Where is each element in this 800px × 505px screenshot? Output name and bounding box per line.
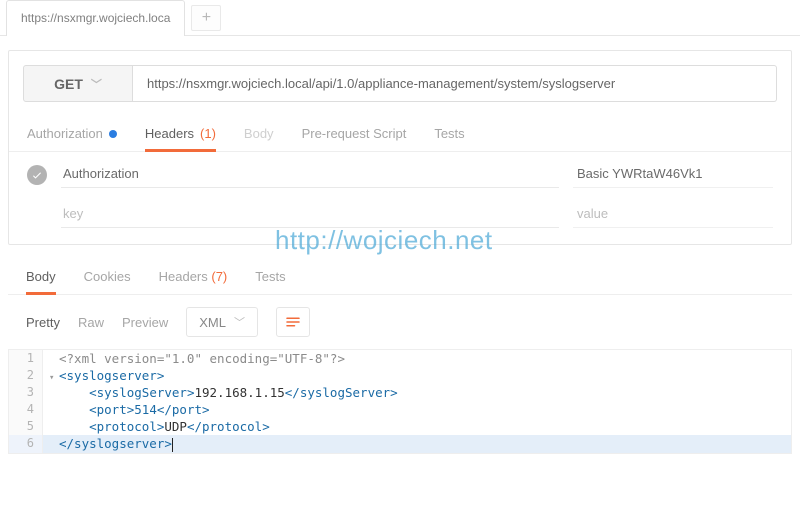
- chevron-down-icon: ﹀: [91, 76, 102, 92]
- tab-headers-count: (1): [200, 126, 216, 141]
- request-tab[interactable]: https://nsxmgr.wojciech.loca: [6, 0, 185, 36]
- code-text: </syslogServer>: [285, 385, 398, 400]
- request-url-row: GET ﹀ https://nsxmgr.wojciech.local/api/…: [9, 51, 791, 116]
- chevron-down-icon: ﹀: [234, 314, 245, 330]
- code-text: </port>: [157, 402, 210, 417]
- response-body-editor[interactable]: 1 <?xml version="1.0" encoding="UTF-8"?>…: [8, 349, 792, 454]
- tab-response-tests[interactable]: Tests: [255, 259, 285, 294]
- dot-icon: [109, 130, 117, 138]
- code-text: 192.168.1.15: [194, 385, 284, 400]
- line-number: 6: [9, 435, 43, 453]
- http-method-label: GET: [54, 76, 83, 92]
- view-preview[interactable]: Preview: [122, 309, 168, 336]
- format-label: XML: [199, 315, 226, 330]
- tab-response-body[interactable]: Body: [26, 259, 56, 294]
- tab-headers-label: Headers: [145, 126, 194, 141]
- tab-response-headers-count: (7): [211, 269, 227, 284]
- code-text: <syslogserver>: [59, 368, 164, 383]
- tab-response-cookies[interactable]: Cookies: [84, 259, 131, 294]
- code-text: <port>: [89, 402, 134, 417]
- line-number: 2: [9, 367, 43, 384]
- view-raw[interactable]: Raw: [78, 309, 104, 336]
- line-number: 4: [9, 401, 43, 418]
- tab-authorization-label: Authorization: [27, 126, 103, 141]
- code-text: UDP: [164, 419, 187, 434]
- header-row-blank: key value: [19, 192, 781, 232]
- response-section-tabs: Body Cookies Headers (7) Tests: [8, 259, 792, 295]
- tab-authorization[interactable]: Authorization: [27, 116, 117, 151]
- tab-bar: https://nsxmgr.wojciech.loca +: [0, 0, 800, 36]
- line-number: 3: [9, 384, 43, 401]
- header-key-placeholder[interactable]: key: [61, 202, 559, 228]
- code-text: </syslogserver>: [59, 436, 172, 451]
- headers-editor: Authorization Basic YWRtaW46Vk1 key valu…: [9, 152, 791, 244]
- wrap-icon: [284, 313, 302, 331]
- new-tab-button[interactable]: +: [191, 5, 221, 31]
- header-value-placeholder[interactable]: value: [573, 202, 773, 228]
- cursor: [172, 438, 173, 452]
- tab-response-headers-label: Headers: [159, 269, 208, 284]
- request-section-tabs: Authorization Headers (1) Body Pre-reque…: [9, 116, 791, 152]
- body-view-controls: Pretty Raw Preview XML ﹀: [8, 295, 792, 349]
- wrap-lines-button[interactable]: [276, 307, 310, 337]
- request-panel: GET ﹀ https://nsxmgr.wojciech.local/api/…: [8, 50, 792, 245]
- tab-body[interactable]: Body: [244, 116, 274, 151]
- view-pretty[interactable]: Pretty: [26, 309, 60, 336]
- header-key-input[interactable]: Authorization: [61, 162, 559, 188]
- header-value-input[interactable]: Basic YWRtaW46Vk1: [573, 162, 773, 188]
- url-input[interactable]: https://nsxmgr.wojciech.local/api/1.0/ap…: [133, 65, 777, 102]
- code-text: <protocol>: [89, 419, 164, 434]
- http-method-select[interactable]: GET ﹀: [23, 65, 133, 102]
- code-text: 514: [134, 402, 157, 417]
- format-select[interactable]: XML ﹀: [186, 307, 258, 337]
- header-row: Authorization Basic YWRtaW46Vk1: [19, 152, 781, 192]
- line-number: 1: [9, 350, 43, 367]
- tab-headers[interactable]: Headers (1): [145, 116, 216, 151]
- check-icon[interactable]: [27, 165, 47, 185]
- bullet-blank: [27, 205, 47, 225]
- tab-prerequest-script[interactable]: Pre-request Script: [302, 116, 407, 151]
- line-number: 5: [9, 418, 43, 435]
- code-text: <syslogServer>: [89, 385, 194, 400]
- code-text: <?xml version="1.0" encoding="UTF-8"?>: [59, 351, 345, 366]
- code-text: </protocol>: [187, 419, 270, 434]
- tab-response-headers[interactable]: Headers (7): [159, 259, 228, 294]
- tab-tests[interactable]: Tests: [434, 116, 464, 151]
